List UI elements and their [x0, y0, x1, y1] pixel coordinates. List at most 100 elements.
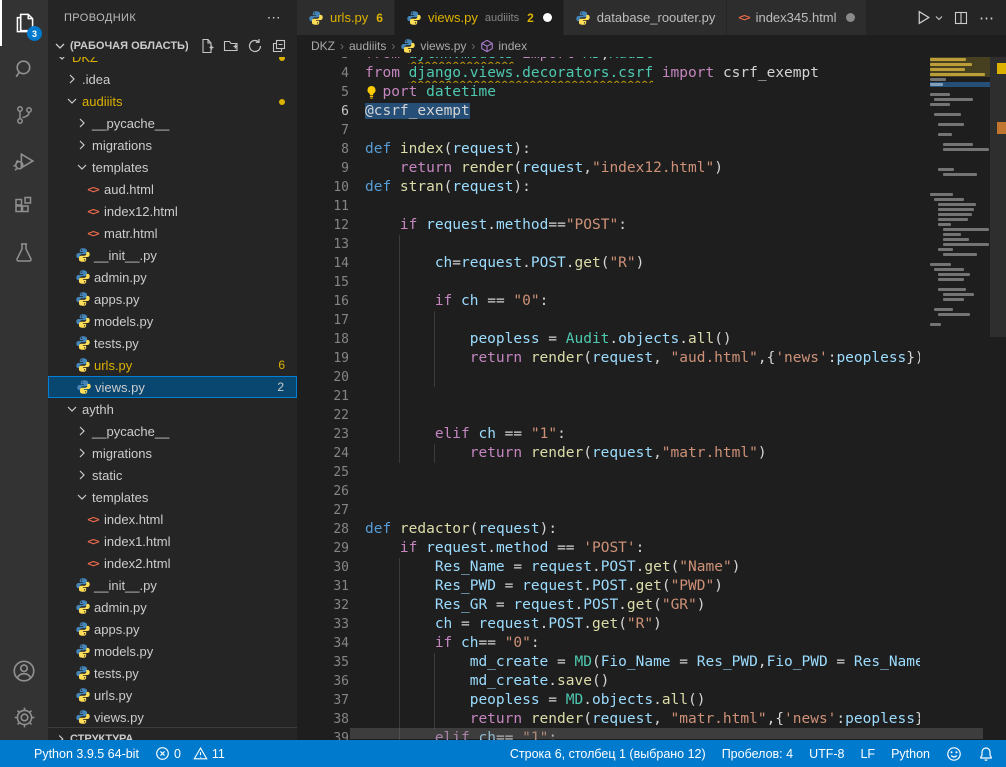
- testing-icon[interactable]: [0, 230, 48, 276]
- code-line-3[interactable]: 3from aythh.models import MD,Audit: [297, 57, 920, 64]
- breadcrumb-item-index[interactable]: index: [480, 39, 527, 53]
- tree-item-views-py[interactable]: views.py2: [48, 376, 297, 398]
- indentation-item[interactable]: Пробелов: 4: [714, 740, 801, 767]
- modified-dot-icon[interactable]: [846, 13, 855, 22]
- code-line-5[interactable]: 5import datetime: [297, 83, 920, 102]
- tab-index345-html[interactable]: <>index345.html: [727, 0, 866, 35]
- tree-item--init-py[interactable]: __init__.py: [48, 574, 297, 596]
- code-line-33[interactable]: 33ch = request.POST.get("R"): [297, 615, 920, 634]
- code-line-27[interactable]: 27: [297, 501, 920, 520]
- breadcrumb-item-views-py[interactable]: views.py: [400, 38, 466, 54]
- sidebar-more-actions-icon[interactable]: ⋯: [267, 9, 281, 26]
- run-debug-icon[interactable]: [0, 138, 48, 184]
- code-line-35[interactable]: 35md_create = MD(Fio_Name = Res_PWD,Fio_…: [297, 653, 920, 672]
- explorer-icon[interactable]: 3: [0, 0, 48, 46]
- tree-item-static[interactable]: static: [48, 464, 297, 486]
- collapse-all-icon[interactable]: [271, 38, 287, 54]
- tree-item-aud-html[interactable]: <>aud.html: [48, 178, 297, 200]
- code-line-10[interactable]: 10def stran(request):: [297, 178, 920, 197]
- tree-item-views-py[interactable]: views.py: [48, 706, 297, 728]
- tab-views-py[interactable]: views.pyaudiiits2: [395, 0, 564, 35]
- tree-item-urls-py[interactable]: urls.py6: [48, 354, 297, 376]
- code-line-21[interactable]: 21: [297, 387, 920, 406]
- tree-item-templates[interactable]: templates: [48, 486, 297, 508]
- tab-database-roouter-py[interactable]: database_roouter.py: [564, 0, 728, 35]
- tree-item-apps-py[interactable]: apps.py: [48, 288, 297, 310]
- code-line-4[interactable]: 4from django.views.decorators.csrf impor…: [297, 64, 920, 83]
- code-line-38[interactable]: 38return render(request, "matr.html",{'n…: [297, 710, 920, 729]
- run-dropdown-chevron-icon[interactable]: [932, 7, 946, 29]
- code-line-9[interactable]: 9return render(request,"index12.html"): [297, 159, 920, 178]
- new-file-icon[interactable]: [199, 38, 215, 54]
- tree-item--idea[interactable]: .idea: [48, 68, 297, 90]
- code-line-37[interactable]: 37peopless = MD.objects.all(): [297, 691, 920, 710]
- tab-urls-py[interactable]: urls.py6: [297, 0, 395, 35]
- tree-item-audiiits[interactable]: audiiits: [48, 90, 297, 112]
- more-actions-icon[interactable]: ⋯: [976, 7, 998, 29]
- code-line-20[interactable]: 20: [297, 368, 920, 387]
- search-icon[interactable]: [0, 46, 48, 92]
- tree-item-admin-py[interactable]: admin.py: [48, 266, 297, 288]
- python-interpreter-item[interactable]: Python 3.9.5 64-bit: [26, 740, 147, 767]
- tree-item-tests-py[interactable]: tests.py: [48, 662, 297, 684]
- tree-item--pycache-[interactable]: __pycache__: [48, 112, 297, 134]
- tree-item-index2-html[interactable]: <>index2.html: [48, 552, 297, 574]
- tree-item-index-html[interactable]: <>index.html: [48, 508, 297, 530]
- code-line-6[interactable]: 6@csrf_exempt: [297, 102, 920, 121]
- source-control-icon[interactable]: [0, 92, 48, 138]
- vertical-scrollbar-slider[interactable]: [990, 57, 1006, 337]
- code-line-29[interactable]: 29if request.method == 'POST':: [297, 539, 920, 558]
- code-line-26[interactable]: 26: [297, 482, 920, 501]
- code-line-16[interactable]: 16if ch == "0":: [297, 292, 920, 311]
- horizontal-scrollbar-slider[interactable]: [350, 728, 983, 739]
- extensions-icon[interactable]: [0, 184, 48, 230]
- tree-item-apps-py[interactable]: apps.py: [48, 618, 297, 640]
- problems-item[interactable]: 0 11: [147, 740, 233, 767]
- breadcrumb-item-dkz[interactable]: DKZ: [311, 39, 335, 53]
- code-line-7[interactable]: 7: [297, 121, 920, 140]
- code-line-8[interactable]: 8def index(request):: [297, 140, 920, 159]
- code-line-32[interactable]: 32Res_GR = request.POST.get("GR"): [297, 596, 920, 615]
- tree-item-matr-html[interactable]: <>matr.html: [48, 222, 297, 244]
- code-line-14[interactable]: 14ch=request.POST.get("R"): [297, 254, 920, 273]
- code-line-31[interactable]: 31Res_PWD = request.POST.get("PWD"): [297, 577, 920, 596]
- tree-item-models-py[interactable]: models.py: [48, 640, 297, 662]
- code-line-13[interactable]: 13: [297, 235, 920, 254]
- new-folder-icon[interactable]: [223, 38, 239, 54]
- eol-item[interactable]: LF: [852, 740, 883, 767]
- language-mode-item[interactable]: Python: [883, 740, 938, 767]
- split-editor-icon[interactable]: [950, 7, 972, 29]
- workspace-section-header[interactable]: (РАБОЧАЯ ОБЛАСТЬ) ...: [48, 35, 297, 57]
- code-line-25[interactable]: 25: [297, 463, 920, 482]
- tree-item--pycache-[interactable]: __pycache__: [48, 420, 297, 442]
- vertical-scrollbar[interactable]: [990, 45, 1006, 740]
- code-line-19[interactable]: 19return render(request, "aud.html",{'ne…: [297, 349, 920, 368]
- lightbulb-icon[interactable]: [365, 85, 382, 102]
- modified-dot-icon[interactable]: [543, 13, 552, 22]
- tree-item-migrations[interactable]: migrations: [48, 134, 297, 156]
- code-line-18[interactable]: 18peopless = Audit.objects.all(): [297, 330, 920, 349]
- notifications-bell-icon[interactable]: [970, 740, 1006, 767]
- settings-gear-icon[interactable]: [0, 694, 48, 740]
- code-line-28[interactable]: 28def redactor(request):: [297, 520, 920, 539]
- run-python-file-icon[interactable]: [912, 7, 934, 29]
- code-line-12[interactable]: 12if request.method=="POST":: [297, 216, 920, 235]
- tree-item-migrations[interactable]: migrations: [48, 442, 297, 464]
- tree-item-templates[interactable]: templates: [48, 156, 297, 178]
- tree-item-models-py[interactable]: models.py: [48, 310, 297, 332]
- tree-item-aythh[interactable]: aythh: [48, 398, 297, 420]
- outline-section-header[interactable]: СТРУКТУРА: [48, 727, 297, 740]
- feedback-icon[interactable]: [938, 740, 970, 767]
- code-line-22[interactable]: 22: [297, 406, 920, 425]
- encoding-item[interactable]: UTF-8: [801, 740, 852, 767]
- code-line-24[interactable]: 24return render(request,"matr.html"): [297, 444, 920, 463]
- account-icon[interactable]: [0, 648, 48, 694]
- refresh-icon[interactable]: [247, 38, 263, 54]
- code-line-11[interactable]: 11: [297, 197, 920, 216]
- cursor-position-item[interactable]: Строка 6, столбец 1 (выбрано 12): [502, 740, 714, 767]
- tree-item-index1-html[interactable]: <>index1.html: [48, 530, 297, 552]
- code-line-36[interactable]: 36md_create.save(): [297, 672, 920, 691]
- code-line-15[interactable]: 15: [297, 273, 920, 292]
- tree-item--init-py[interactable]: __init__.py: [48, 244, 297, 266]
- tree-item-index12-html[interactable]: <>index12.html: [48, 200, 297, 222]
